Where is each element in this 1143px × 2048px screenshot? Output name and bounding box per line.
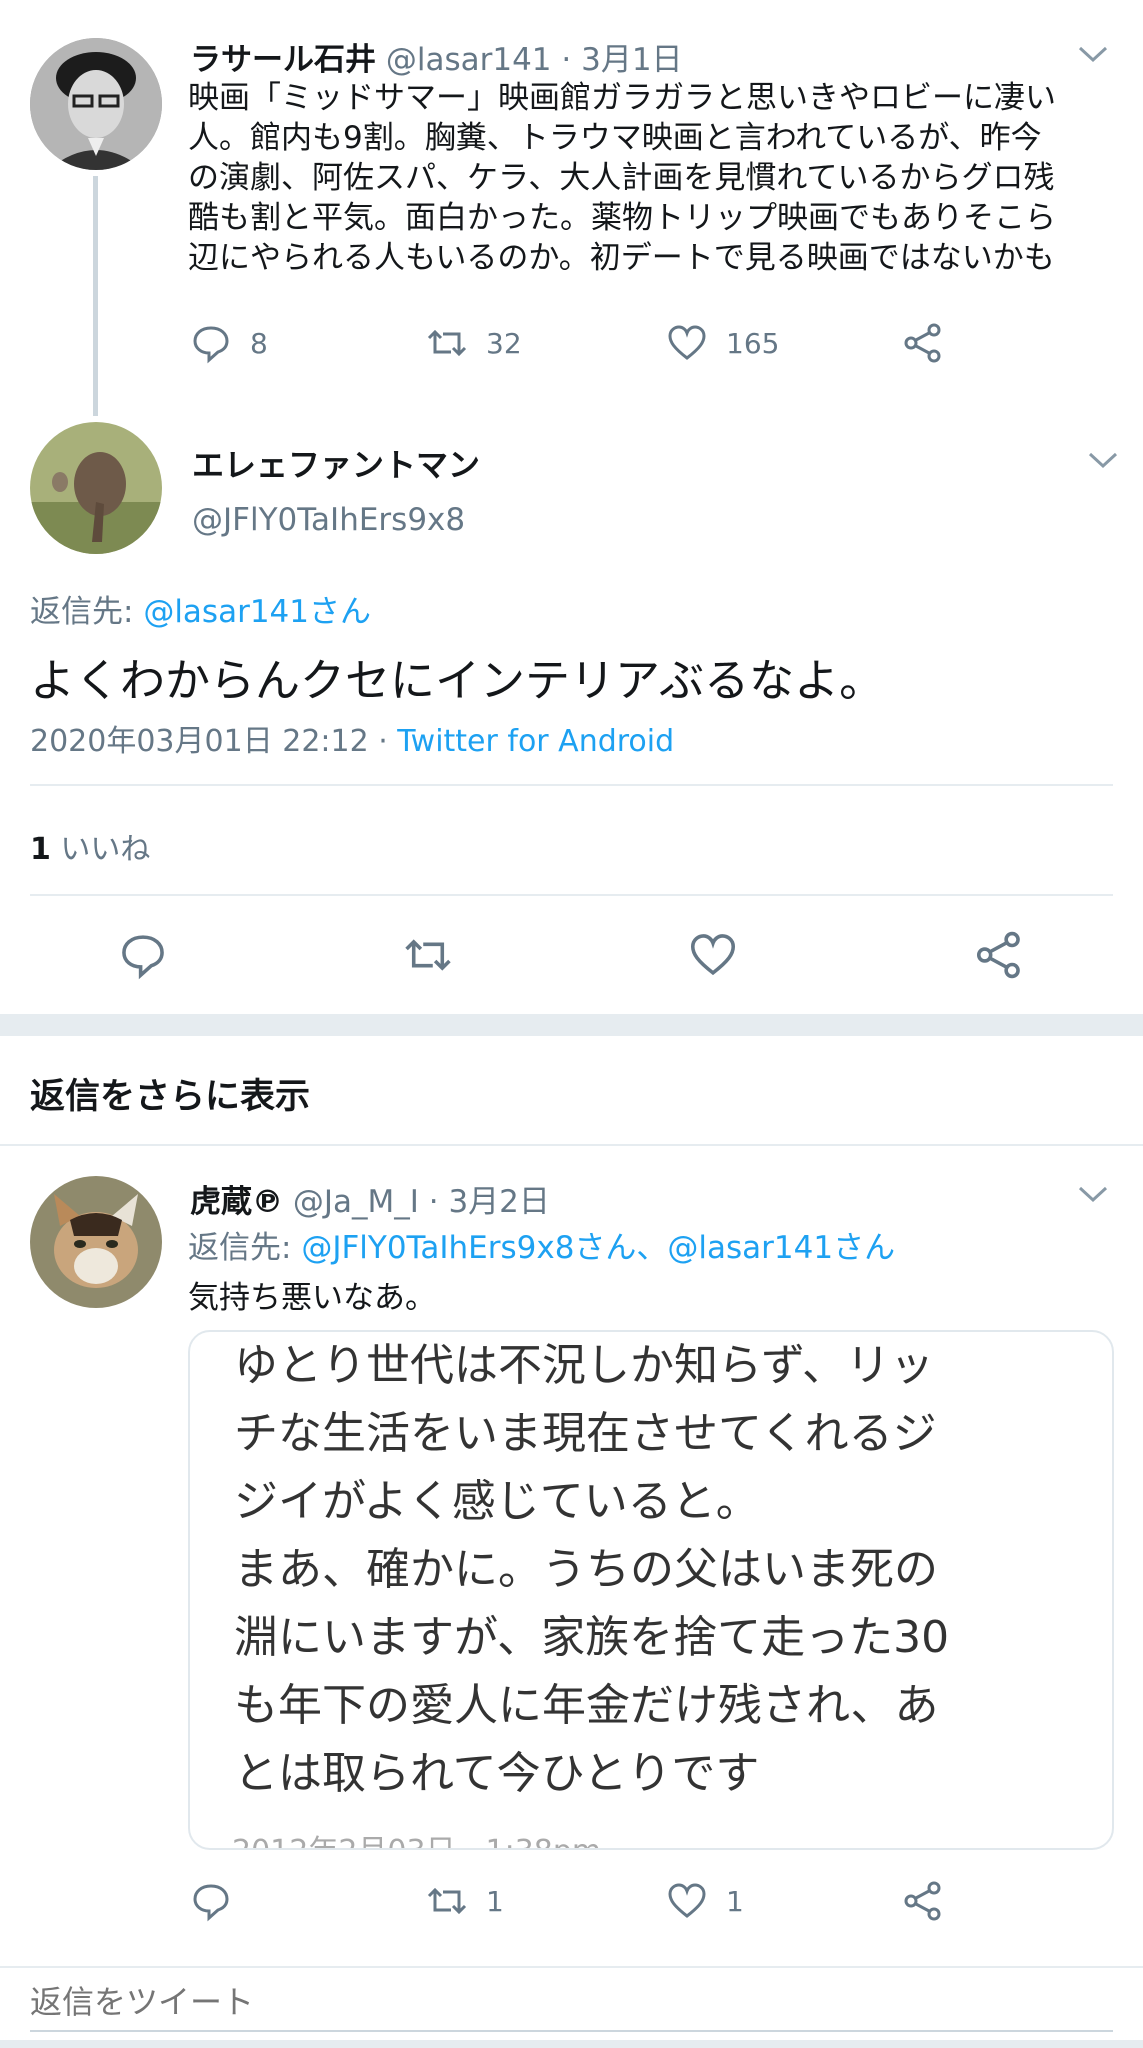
heart-icon <box>668 1883 706 1918</box>
show-more-replies[interactable]: 返信をさらに表示 <box>30 1068 310 1119</box>
reply-to-link[interactable]: @lasar141さん <box>143 594 371 630</box>
retweet-count: 1 <box>486 1884 504 1918</box>
heart-icon[interactable] <box>688 930 738 980</box>
like-button[interactable]: 165 <box>666 322 779 364</box>
retweet-icon <box>427 1887 467 1915</box>
avatar-photo <box>30 38 162 170</box>
author-handle[interactable]: @lasar141 <box>386 42 552 78</box>
attached-image[interactable]: ゆとり世代は不況しか知らず、リッ チな生活をいま現在させてくれるジ ジイがよく感… <box>188 1330 1114 1850</box>
author-name[interactable]: 虎蔵℗ <box>190 1184 283 1220</box>
like-count: 165 <box>726 326 780 360</box>
reply-icon <box>193 326 229 364</box>
thread-line <box>93 176 98 416</box>
share-icon[interactable] <box>974 930 1024 980</box>
reply-icon[interactable] <box>118 930 168 980</box>
heart-icon <box>668 325 706 360</box>
tweet-text: 気持ち悪いなあ。 <box>188 1280 436 1316</box>
tweet-date[interactable]: · 3月2日 <box>429 1184 550 1220</box>
share-button[interactable] <box>902 322 962 364</box>
like-count: 1 <box>726 1884 744 1918</box>
composer-underline <box>30 2030 1113 2032</box>
retweet-icon <box>427 329 467 357</box>
tweet-date[interactable]: · 3月1日 <box>561 42 682 78</box>
reply-to-label: 返信先: <box>30 594 144 630</box>
tweet-source-link[interactable]: Twitter for Android <box>397 724 674 759</box>
like-summary[interactable]: 1 いいね <box>30 824 150 868</box>
avatar[interactable] <box>30 38 162 170</box>
bottom-bar <box>0 2040 1143 2048</box>
section-separator <box>0 1014 1143 1036</box>
chevron-down-icon[interactable] <box>1076 36 1110 70</box>
like-summary-label: いいね <box>60 832 151 867</box>
reply-button[interactable] <box>190 1880 250 1922</box>
reply-composer[interactable] <box>30 1968 1113 2036</box>
retweet-button[interactable]: 32 <box>426 322 522 364</box>
avatar[interactable] <box>30 422 162 554</box>
author-handle[interactable]: @Ja_M_I <box>293 1184 419 1220</box>
reply-icon <box>193 1884 229 1922</box>
avatar-photo <box>30 422 162 554</box>
tweet-text: よくわからんクセにインテリアぶるなよ。 <box>30 654 885 707</box>
like-button[interactable]: 1 <box>666 1880 744 1922</box>
share-button[interactable] <box>902 1880 962 1922</box>
image-footer: 2012年2月03日 - 1:38pm <box>232 1826 601 1848</box>
author-name[interactable]: ラサール石井 <box>190 42 376 78</box>
reply-to-label: 返信先: <box>188 1230 302 1266</box>
share-icon <box>904 323 941 363</box>
retweet-button[interactable]: 1 <box>426 1880 504 1922</box>
retweet-count: 32 <box>486 326 522 360</box>
reply-button[interactable]: 8 <box>190 322 268 364</box>
author-name[interactable]: エレェファントマン <box>192 440 480 486</box>
reply-input[interactable] <box>30 1968 1113 2036</box>
author-handle[interactable]: @JFlY0TaIhErs9x8 <box>192 502 465 538</box>
image-text: ゆとり世代は不況しか知らず、リッ チな生活をいま現在させてくれるジ ジイがよく感… <box>234 1340 950 1799</box>
reply-to-link[interactable]: @JFlY0TaIhErs9x8さん、@lasar141さん <box>301 1230 895 1266</box>
reply-count: 8 <box>250 326 268 360</box>
chevron-down-icon[interactable] <box>1076 1176 1110 1210</box>
tweet-text: 映画「ミッドサマー」映画館ガラガラと思いきやロビーに凄い 人。館内も9割。胸糞、… <box>188 80 1056 276</box>
avatar[interactable] <box>30 1176 162 1308</box>
share-icon <box>904 1881 941 1921</box>
tweet-timestamp: 2020年03月01日 22:12 · <box>30 724 398 759</box>
chevron-down-icon[interactable] <box>1086 442 1120 476</box>
retweet-icon[interactable] <box>400 930 456 980</box>
like-summary-count: 1 <box>30 832 51 867</box>
avatar-photo <box>30 1176 162 1308</box>
